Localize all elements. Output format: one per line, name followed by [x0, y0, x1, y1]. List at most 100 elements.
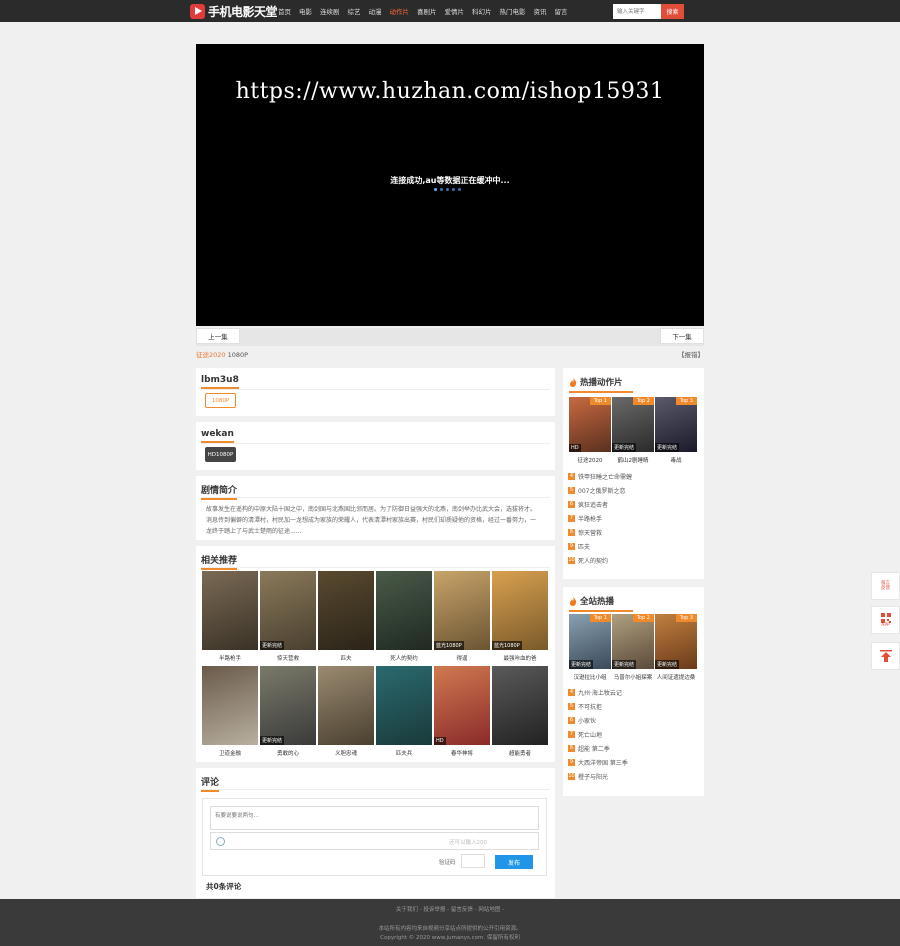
nav-item[interactable]: 留言	[555, 6, 568, 16]
rank-list-item[interactable]: 8 惊天营救	[568, 525, 632, 539]
feedback-float-button[interactable]: 留言 反馈	[871, 572, 900, 600]
rank-list-item[interactable]: 6 疯狂追击者	[568, 497, 632, 511]
nav-item[interactable]: 连续剧	[320, 6, 340, 16]
movie-poster[interactable]	[202, 666, 258, 745]
movie-name[interactable]: 鹤山2剧睡睛	[612, 456, 654, 464]
rank-list-item[interactable]: 7 半路枪手	[568, 511, 632, 525]
movie-title-link[interactable]: 征途2020	[196, 351, 226, 359]
prev-episode-button[interactable]: 上一集	[196, 328, 240, 344]
top-card[interactable]: Top 1 更新完结汉逊拉比小组	[569, 614, 611, 681]
rank-item-name[interactable]: 不可抗拒	[578, 702, 602, 711]
movie-name[interactable]: 匹夫	[318, 654, 374, 662]
rank-list-item[interactable]: 4 铁甲狂睡之亡命需蝗	[568, 469, 632, 483]
episode-tag-1080p[interactable]: 1080P	[205, 393, 236, 408]
rank-item-name[interactable]: 铁甲狂睡之亡命需蝗	[578, 472, 632, 481]
rank-list-item[interactable]: 10 死人的契约	[568, 553, 632, 567]
publish-button[interactable]: 发布	[495, 855, 533, 869]
movie-poster[interactable]: Top 1 HD	[569, 397, 611, 452]
movie-poster[interactable]: 蓝光1080P	[492, 571, 548, 650]
related-item[interactable]: 死人的契约	[376, 571, 432, 662]
movie-poster[interactable]: Top 3 更新完结	[655, 397, 697, 452]
related-item[interactable]: 匹夫	[318, 571, 374, 662]
search-input[interactable]	[613, 4, 661, 19]
nav-item[interactable]: 热门电影	[500, 6, 526, 16]
related-item[interactable]: 卫道金融	[202, 666, 258, 757]
rank-list-item[interactable]: 5 007之俄罗斯之恋	[568, 483, 632, 497]
movie-poster[interactable]: HD	[434, 666, 490, 745]
related-item[interactable]: 超能勇者	[492, 666, 548, 757]
rank-list-item[interactable]: 8 超能 第二季	[568, 741, 628, 755]
related-item[interactable]: 半路枪手	[202, 571, 258, 662]
nav-item[interactable]: 资讯	[534, 6, 547, 16]
movie-poster[interactable]: Top 2 更新完结	[612, 614, 654, 669]
rank-item-name[interactable]: 半路枪手	[578, 514, 602, 523]
movie-poster[interactable]: 更新完结	[260, 571, 316, 650]
movie-name[interactable]: 卫道金融	[202, 749, 258, 757]
rank-item-name[interactable]: 九州·海上牧云记	[578, 688, 622, 697]
top-card[interactable]: Top 3 更新完结人间证遗提边桑	[655, 614, 697, 681]
movie-name[interactable]: 超能勇者	[492, 749, 548, 757]
movie-name[interactable]: 最强咔血的爸	[492, 654, 548, 662]
video-player[interactable]: https://www.huzhan.com/ishop15931 连接成功,a…	[196, 44, 704, 326]
rank-list-item[interactable]: 9 大西洋帝国 第三季	[568, 755, 628, 769]
movie-poster[interactable]	[318, 666, 374, 745]
movie-name[interactable]: 马普尔小姐探案	[612, 673, 654, 681]
related-item[interactable]: 蓝光1080P 最强咔血的爸	[492, 571, 548, 662]
movie-poster[interactable]: Top 1 更新完结	[569, 614, 611, 669]
movie-poster[interactable]	[318, 571, 374, 650]
movie-name[interactable]: 勇敢的心	[260, 749, 316, 757]
top-card[interactable]: Top 1 HD 征途2020	[569, 397, 611, 464]
nav-item[interactable]: 综艺	[348, 6, 361, 16]
back-to-top-button[interactable]	[871, 642, 900, 670]
top-card[interactable]: Top 3 更新完结毒战	[655, 397, 697, 464]
rank-list-item[interactable]: 4 九州·海上牧云记	[568, 685, 628, 699]
next-episode-button[interactable]: 下一集	[660, 328, 704, 344]
nav-item[interactable]: 科幻片	[472, 6, 492, 16]
movie-name[interactable]: 匹夫兵	[376, 749, 432, 757]
rank-item-name[interactable]: 惊天营救	[578, 528, 602, 537]
top-card[interactable]: Top 2 更新完结马普尔小姐探案	[612, 614, 654, 681]
movie-poster[interactable]: Top 3 更新完结	[655, 614, 697, 669]
movie-poster[interactable]: Top 2 更新完结	[612, 397, 654, 452]
related-item[interactable]: 蓝光1080P 得逞	[434, 571, 490, 662]
nav-item[interactable]: 首页	[278, 6, 291, 16]
footer-links[interactable]: 关于我们 - 投诉举报 - 留言反馈 - 网站地图 -	[0, 905, 900, 913]
movie-name[interactable]: 汉逊拉比小组	[569, 673, 611, 681]
movie-name[interactable]: 毒战	[655, 456, 697, 464]
movie-name[interactable]: 得逞	[434, 654, 490, 662]
related-item[interactable]: 更新完结 勇敢的心	[260, 666, 316, 757]
rank-item-name[interactable]: 死亡山地	[578, 730, 602, 739]
movie-poster[interactable]	[202, 571, 258, 650]
movie-name[interactable]: 义胆忠魂	[318, 749, 374, 757]
rank-item-name[interactable]: 匹夫	[578, 542, 590, 551]
movie-poster[interactable]	[376, 571, 432, 650]
rank-item-name[interactable]: 大西洋帝国 第三季	[578, 758, 628, 767]
rank-list-item[interactable]: 5 不可抗拒	[568, 699, 628, 713]
rank-item-name[interactable]: 橙子与阳光	[578, 772, 608, 781]
movie-name[interactable]: 死人的契约	[376, 654, 432, 662]
nav-item[interactable]: 动漫	[369, 6, 382, 16]
comment-textarea[interactable]	[210, 806, 539, 830]
nav-item[interactable]: 电影	[299, 6, 312, 16]
rank-item-name[interactable]: 小家伙	[578, 716, 596, 725]
movie-name[interactable]: 人间证遗提边桑	[655, 673, 697, 681]
movie-name[interactable]: 春华神将	[434, 749, 490, 757]
rank-item-name[interactable]: 疯狂追击者	[578, 500, 608, 509]
movie-poster[interactable]: 蓝光1080P	[434, 571, 490, 650]
rank-list-item[interactable]: 9 匹夫	[568, 539, 632, 553]
emoji-icon[interactable]	[216, 837, 225, 846]
movie-poster[interactable]	[376, 666, 432, 745]
rank-list-item[interactable]: 10 橙子与阳光	[568, 769, 628, 783]
movie-poster[interactable]: 更新完结	[260, 666, 316, 745]
movie-name[interactable]: 惊天营救	[260, 654, 316, 662]
movie-name[interactable]: 征途2020	[569, 456, 611, 464]
nav-item[interactable]: 爱情片	[445, 6, 465, 16]
rank-item-name[interactable]: 死人的契约	[578, 556, 608, 565]
related-item[interactable]: 更新完结 惊天营救	[260, 571, 316, 662]
episode-tag-hd1080p[interactable]: HD1080P	[205, 447, 236, 462]
related-item[interactable]: 义胆忠魂	[318, 666, 374, 757]
search-button[interactable]: 搜索	[661, 4, 684, 19]
rank-list-item[interactable]: 6 小家伙	[568, 713, 628, 727]
movie-name[interactable]: 半路枪手	[202, 654, 258, 662]
app-float-button[interactable]: APP	[871, 606, 900, 634]
